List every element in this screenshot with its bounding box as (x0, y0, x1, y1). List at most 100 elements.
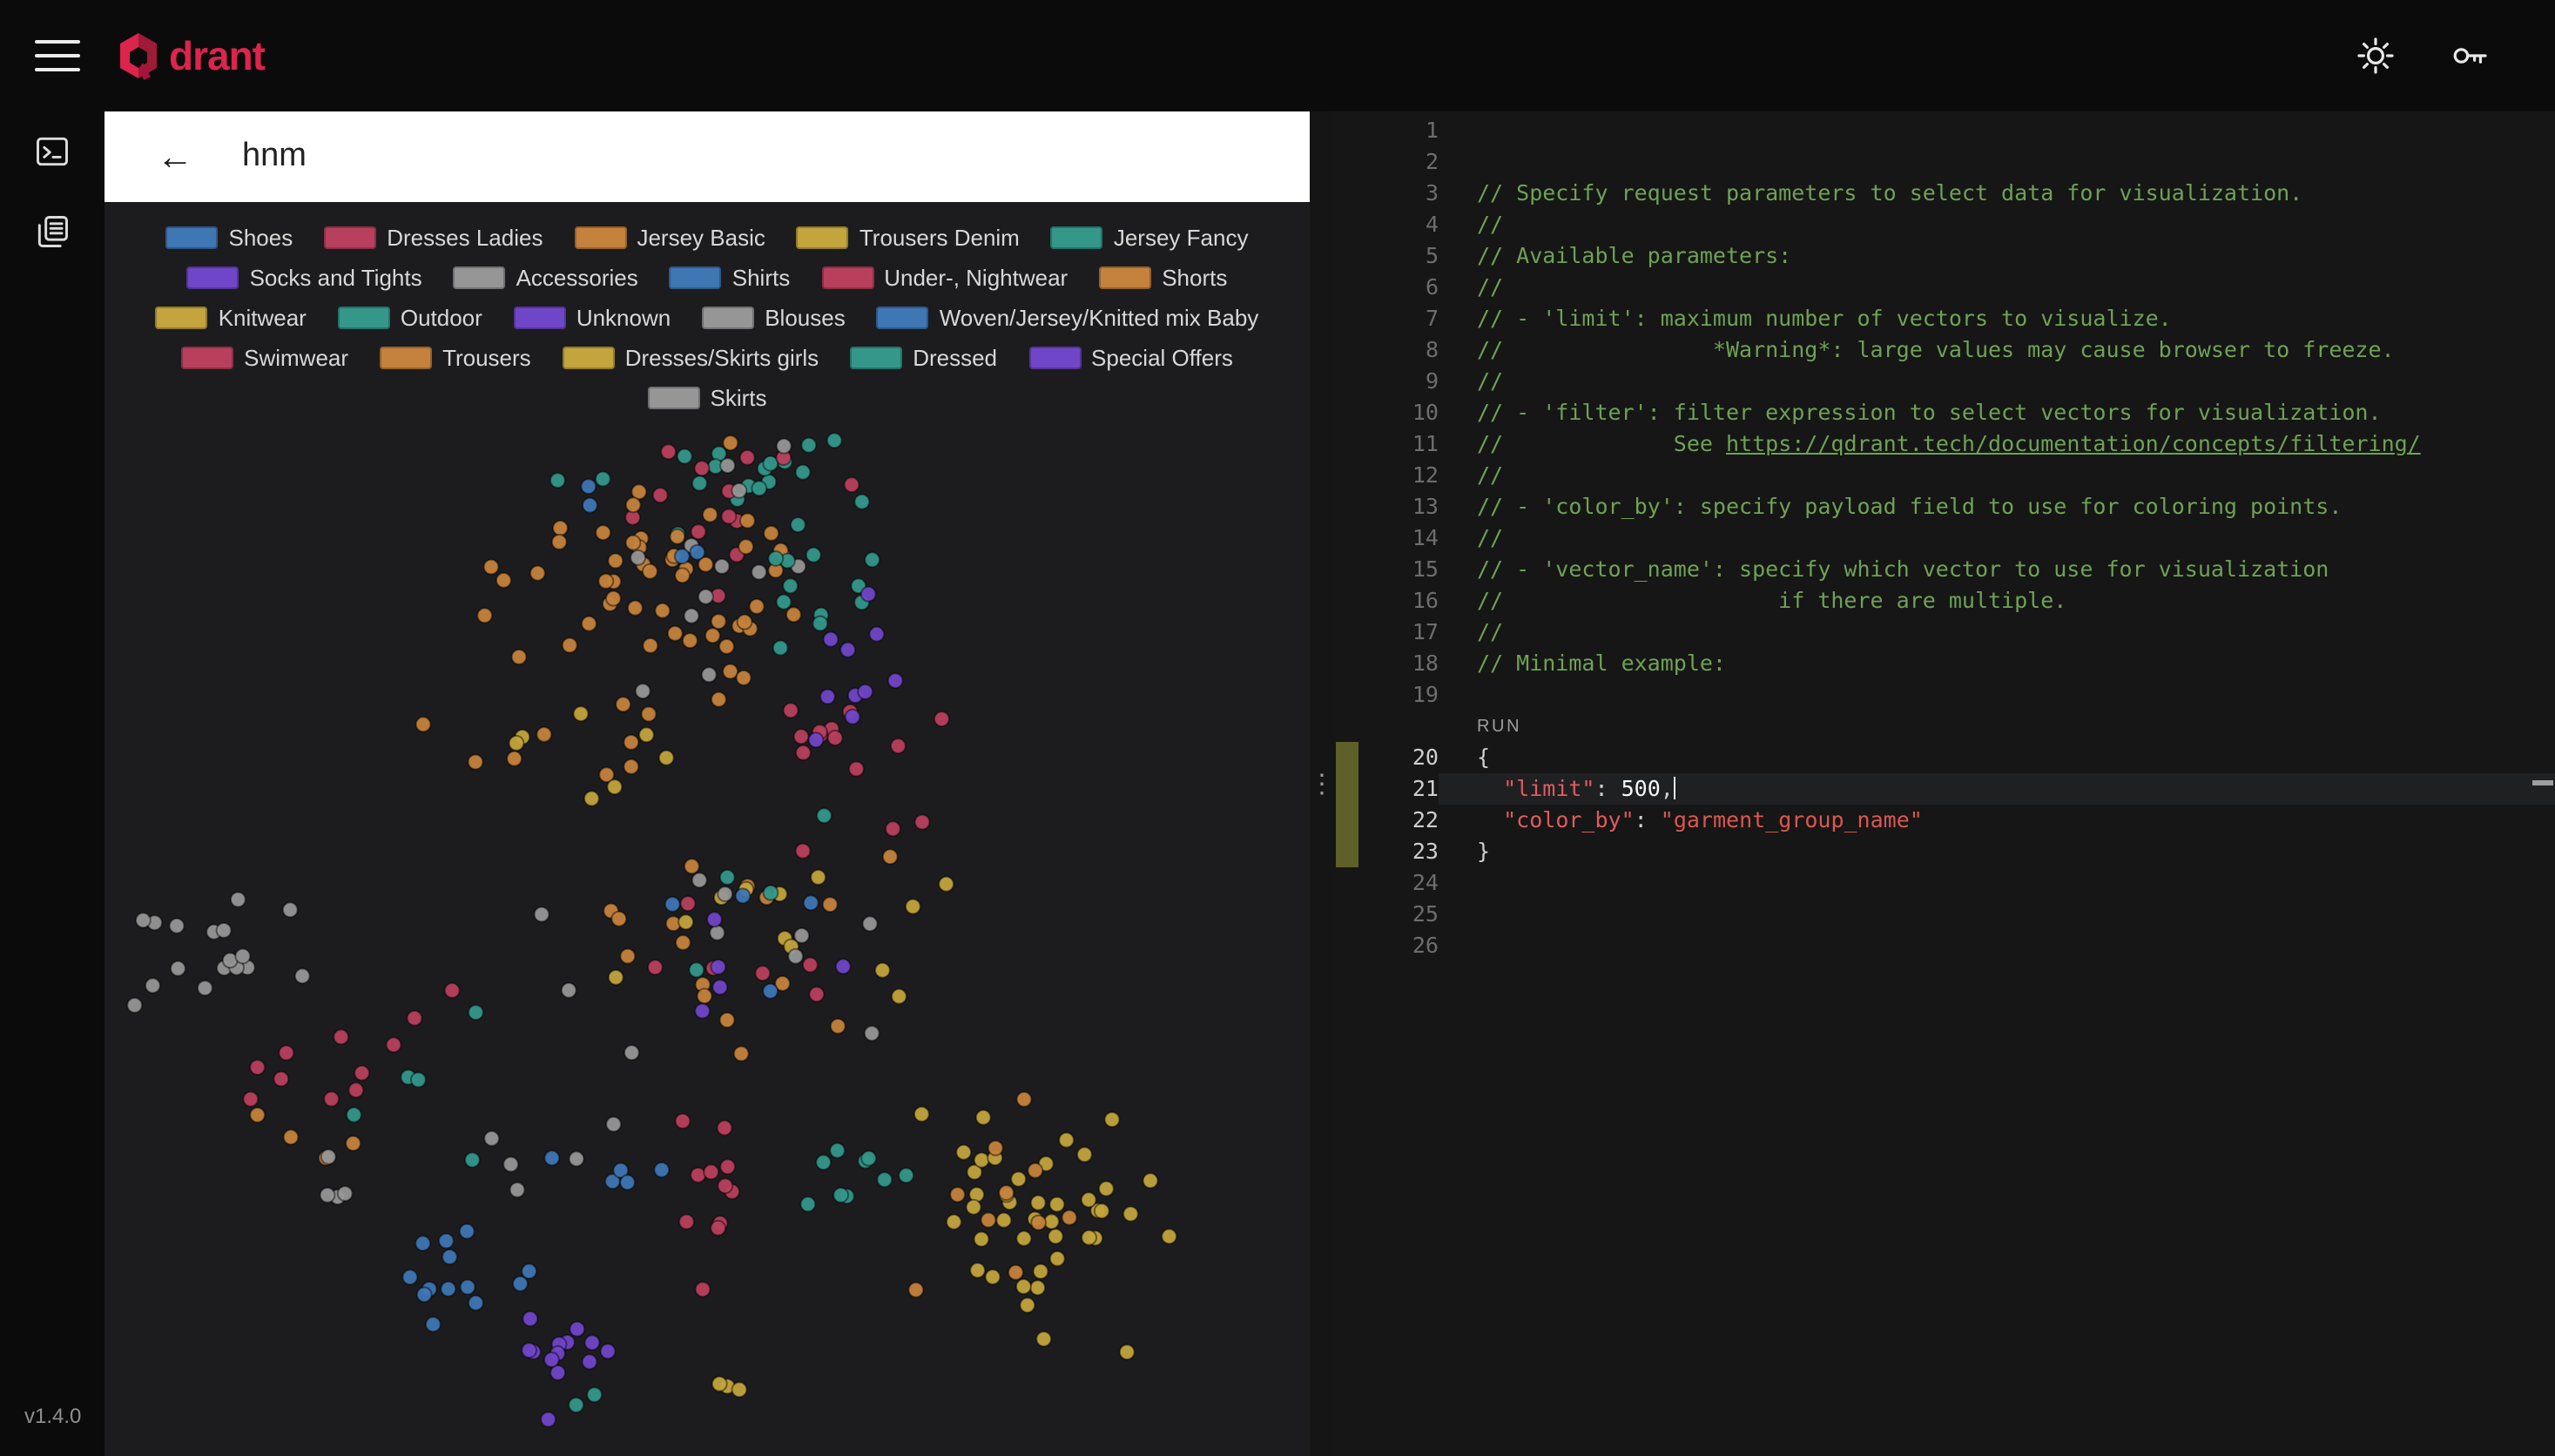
legend-item[interactable]: Trousers (380, 344, 531, 370)
app-bar: drant (0, 0, 2555, 111)
legend-item[interactable]: Jersey Fancy (1051, 224, 1249, 250)
scatter-point (908, 1283, 923, 1298)
scatter-point (988, 1141, 1003, 1156)
code-text: // (1439, 209, 2555, 240)
legend-item[interactable]: Blouses (702, 304, 846, 330)
scatter-point (408, 1011, 422, 1026)
legend-item[interactable]: Dressed (850, 344, 997, 370)
legend-item[interactable]: Woven/Jersey/Knitted mix Baby (877, 304, 1259, 330)
scatter-point (737, 671, 752, 685)
sidebar-item-collections[interactable] (0, 192, 104, 272)
scatter-point (836, 959, 851, 974)
code-line: 11// See https://qdrant.tech/documentati… (1334, 428, 2555, 460)
line-number: 3 (1334, 178, 1439, 209)
scatter-point (950, 1187, 965, 1202)
code-text (1439, 146, 2555, 178)
scatter-point (170, 919, 185, 934)
scatter-point (624, 735, 638, 750)
stack-icon (33, 212, 71, 251)
code-text: "limit": 500, (1439, 773, 2555, 805)
line-number: 9 (1334, 366, 1439, 397)
scatter-point (544, 1150, 559, 1165)
scatter-point (976, 1110, 991, 1125)
code-editor[interactable]: 123// Specify request parameters to sele… (1334, 111, 2555, 1456)
legend-item[interactable]: Under-, Nightwear (821, 264, 1068, 290)
scatter-point (1059, 1133, 1074, 1148)
legend-item[interactable]: Socks and Tights (187, 264, 422, 290)
scatter-point (740, 514, 755, 529)
legend-item[interactable]: Dresses Ladies (324, 224, 543, 250)
scatter-point (513, 1277, 528, 1291)
scatter-point (231, 893, 246, 907)
scatter-point (764, 526, 779, 541)
scatter-point (861, 587, 876, 602)
scatter-point (738, 539, 753, 554)
scatter-point (606, 1117, 621, 1132)
code-text: // - 'filter': filter expression to sele… (1439, 397, 2555, 428)
legend-swatch-icon (850, 346, 902, 368)
legend-label: Dresses/Skirts girls (625, 344, 819, 370)
scatter-point (668, 626, 683, 641)
legend-swatch-icon (166, 226, 219, 248)
scatter-point (415, 1236, 430, 1250)
legend-item[interactable]: Shoes (166, 224, 293, 250)
scatter-point (684, 609, 699, 624)
scatter-point (1028, 1163, 1042, 1178)
legend-swatch-icon (1028, 346, 1081, 368)
line-number: 2 (1334, 146, 1439, 178)
legend-swatch-icon (324, 226, 376, 248)
scatter-point (914, 1107, 929, 1122)
legend-item[interactable]: Knitwear (156, 304, 307, 330)
brand-logo[interactable]: drant (115, 30, 265, 82)
legend-item[interactable]: Skirts (648, 384, 767, 410)
legend-item[interactable]: Trousers Denim (797, 224, 1020, 250)
line-number: 7 (1334, 303, 1439, 334)
legend-item[interactable]: Dresses/Skirts girls (563, 344, 819, 370)
scatter-point (145, 978, 160, 993)
code-line: 21 "limit": 500, (1334, 773, 2555, 805)
back-button[interactable]: ← (146, 137, 204, 177)
scatter-point (719, 639, 734, 654)
line-number: 10 (1334, 397, 1439, 428)
scatter-point (707, 912, 722, 927)
scatter-point (849, 762, 864, 777)
sidebar-item-console[interactable] (0, 111, 104, 192)
scatter-point (861, 1151, 876, 1166)
scatter-point (348, 1082, 363, 1097)
scatter-point (507, 752, 522, 766)
legend-item[interactable]: Jersey Basic (574, 224, 765, 250)
legend-item[interactable]: Shorts (1099, 264, 1227, 290)
theme-toggle-button[interactable] (2353, 33, 2398, 78)
scatter-point (171, 961, 185, 976)
scatter-point (127, 998, 142, 1013)
code-line: 17// (1334, 617, 2555, 648)
legend-item[interactable]: Unknown (514, 304, 671, 330)
legend-label: Accessories (516, 264, 638, 290)
legend-item[interactable]: Shirts (670, 264, 790, 290)
menu-button[interactable] (35, 40, 80, 71)
code-text: // (1439, 617, 2555, 648)
code-text: // See https://qdrant.tech/documentation… (1439, 428, 2555, 460)
code-text (1439, 115, 2555, 146)
legend-item[interactable]: Swimwear (181, 344, 348, 370)
legend-item[interactable]: Outdoor (338, 304, 482, 330)
scatter-point (136, 913, 151, 927)
line-number: 15 (1334, 554, 1439, 585)
scatter-point (712, 980, 727, 994)
scatter-point (636, 684, 651, 698)
line-number: 18 (1334, 648, 1439, 679)
code-line: 6// (1334, 272, 2555, 303)
scatter-point (541, 1412, 556, 1427)
api-key-button[interactable] (2447, 33, 2492, 78)
scatter-point (718, 1121, 732, 1136)
scatter-point (683, 633, 698, 648)
legend-item[interactable]: Accessories (454, 264, 638, 290)
legend-item[interactable]: Special Offers (1028, 344, 1233, 370)
run-button[interactable]: RUN (1477, 717, 1521, 736)
code-line: 9// (1334, 366, 2555, 397)
scatter-point (324, 1092, 339, 1107)
doc-link[interactable]: https://qdrant.tech/documentation/concep… (1726, 430, 2421, 456)
scatter-point (915, 815, 930, 830)
scatter-point (1143, 1173, 1158, 1188)
panel-resize-handle[interactable]: ⋮ (1310, 111, 1334, 1456)
